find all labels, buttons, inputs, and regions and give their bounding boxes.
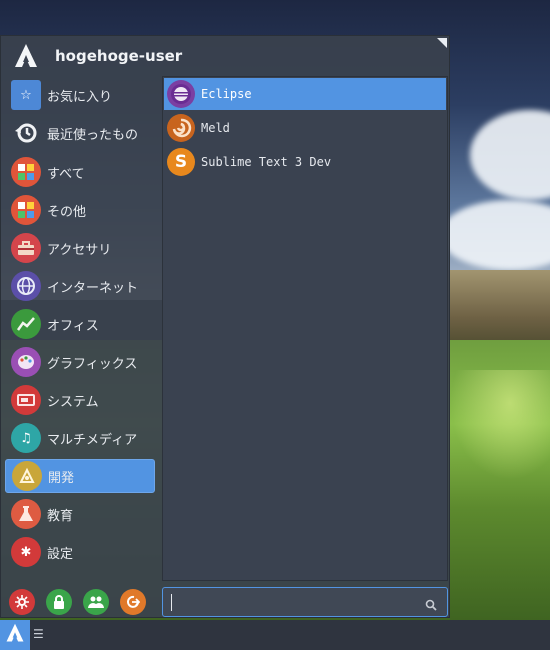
taskbar: ☰ xyxy=(0,620,550,650)
category-office[interactable]: オフィス xyxy=(5,307,155,341)
flask-icon xyxy=(11,499,41,529)
system-icon xyxy=(11,385,41,415)
category-label: 教育 xyxy=(47,508,74,524)
arch-logo-icon xyxy=(5,623,25,647)
category-label: 設定 xyxy=(47,546,74,562)
palette-icon xyxy=(11,347,41,377)
category-label: 最近使ったもの xyxy=(47,127,139,143)
settings-action-gear-icon[interactable] xyxy=(9,589,35,615)
toolbox-icon xyxy=(11,233,41,263)
category-label: グラフィックス xyxy=(47,356,138,372)
app-label: Sublime Text 3 Dev xyxy=(201,155,332,169)
category-multimedia[interactable]: ♫ マルチメディア xyxy=(5,421,155,455)
category-label: 開発 xyxy=(48,470,75,486)
user-name[interactable]: hogehoge-user xyxy=(55,47,182,65)
category-label: その他 xyxy=(47,204,87,220)
category-development[interactable]: 開発 xyxy=(5,459,155,493)
search-icon[interactable] xyxy=(425,596,437,615)
taskbar-indicator[interactable]: ☰ xyxy=(33,627,44,641)
apps-grid-icon xyxy=(11,157,41,187)
arch-logo-icon xyxy=(11,41,41,71)
lock-icon[interactable] xyxy=(46,589,72,615)
search-box xyxy=(162,587,448,617)
logout-icon[interactable] xyxy=(120,589,146,615)
category-all[interactable]: すべて xyxy=(5,155,155,189)
user-header: hogehoge-user xyxy=(11,40,182,72)
globe-icon xyxy=(11,271,41,301)
application-menu: hogehoge-user ☆ お気に入り 最近使ったもの すべて その他 アク… xyxy=(0,35,450,618)
users-icon[interactable] xyxy=(83,589,109,615)
category-label: マルチメディア xyxy=(47,432,138,448)
settings-gear-icon: ✱ xyxy=(11,537,41,567)
category-education[interactable]: 教育 xyxy=(5,497,155,531)
eclipse-icon xyxy=(167,80,195,108)
category-other[interactable]: その他 xyxy=(5,193,155,227)
category-favorites[interactable]: ☆ お気に入り xyxy=(5,78,155,112)
search-input[interactable] xyxy=(169,591,413,615)
category-label: オフィス xyxy=(47,318,99,334)
chart-line-icon xyxy=(11,309,41,339)
app-meld[interactable]: Meld xyxy=(164,112,446,144)
resize-corner-icon[interactable] xyxy=(437,38,447,48)
music-note-icon: ♫ xyxy=(11,423,41,453)
history-icon xyxy=(11,118,41,148)
wallpaper-grass-highlight xyxy=(450,370,550,480)
development-icon xyxy=(12,461,42,491)
wallpaper-cliff xyxy=(440,270,550,350)
meld-icon xyxy=(167,114,195,142)
category-label: アクセサリ xyxy=(47,242,112,258)
app-eclipse[interactable]: Eclipse xyxy=(164,78,446,110)
category-graphics[interactable]: グラフィックス xyxy=(5,345,155,379)
sublime-text-icon: S xyxy=(167,148,195,176)
category-settings[interactable]: ✱ 設定 xyxy=(5,535,155,569)
category-system[interactable]: システム xyxy=(5,383,155,417)
app-label: Meld xyxy=(201,121,230,135)
category-internet[interactable]: インターネット xyxy=(5,269,155,303)
category-label: すべて xyxy=(47,166,85,182)
session-actions xyxy=(9,589,157,615)
application-list: Eclipse Meld S Sublime Text 3 Dev xyxy=(162,76,448,581)
category-label: お気に入り xyxy=(47,89,113,105)
category-label: システム xyxy=(47,394,99,410)
app-sublime-text[interactable]: S Sublime Text 3 Dev xyxy=(164,146,446,178)
apps-grid-icon xyxy=(11,195,41,225)
category-accessories[interactable]: アクセサリ xyxy=(5,231,155,265)
start-menu-button[interactable] xyxy=(0,620,30,650)
app-label: Eclipse xyxy=(201,87,252,101)
star-folder-icon: ☆ xyxy=(11,80,41,110)
category-recent[interactable]: 最近使ったもの xyxy=(5,116,155,150)
category-label: インターネット xyxy=(47,280,139,296)
